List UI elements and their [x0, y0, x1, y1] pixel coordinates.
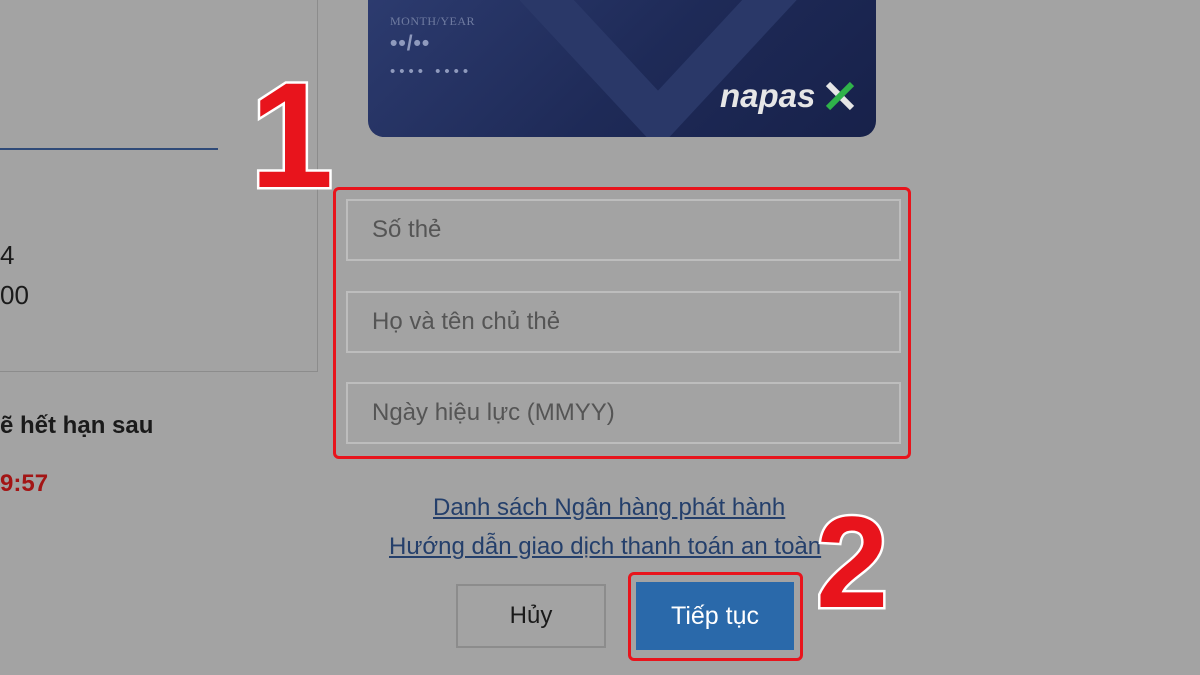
cancel-button[interactable]: Hủy [456, 584, 606, 648]
card-input-form [333, 187, 911, 459]
card-preview: MONTH/YEAR ••/•• •••• •••• napas [368, 0, 876, 137]
divider [0, 148, 218, 150]
card-valid-date-field[interactable] [346, 382, 901, 444]
continue-button[interactable]: Tiếp tục [636, 582, 794, 650]
expire-countdown: 9:57 [0, 470, 49, 497]
expire-text: ẽ hết hạn sau [0, 412, 154, 439]
card-number-mask: •••• •••• [390, 63, 473, 80]
napas-logo: napas [720, 77, 816, 114]
step-1-marker: 1 [247, 51, 335, 219]
card-expiry-label: MONTH/YEAR [390, 14, 475, 28]
card-number-field[interactable] [346, 199, 901, 261]
napas-x-icon [825, 81, 855, 111]
order-value-2: 00 [0, 280, 29, 310]
safe-payment-guide-link[interactable]: Hướng dẫn giao dịch thanh toán an toàn [389, 533, 821, 561]
bank-list-link[interactable]: Danh sách Ngân hàng phát hành [433, 494, 785, 522]
order-value-1: 4 [0, 240, 15, 270]
card-pattern [519, 0, 797, 137]
step-2-marker: 2 [813, 489, 890, 635]
card-expiry-value: ••/•• [390, 32, 431, 55]
card-holder-name-field[interactable] [346, 291, 901, 353]
